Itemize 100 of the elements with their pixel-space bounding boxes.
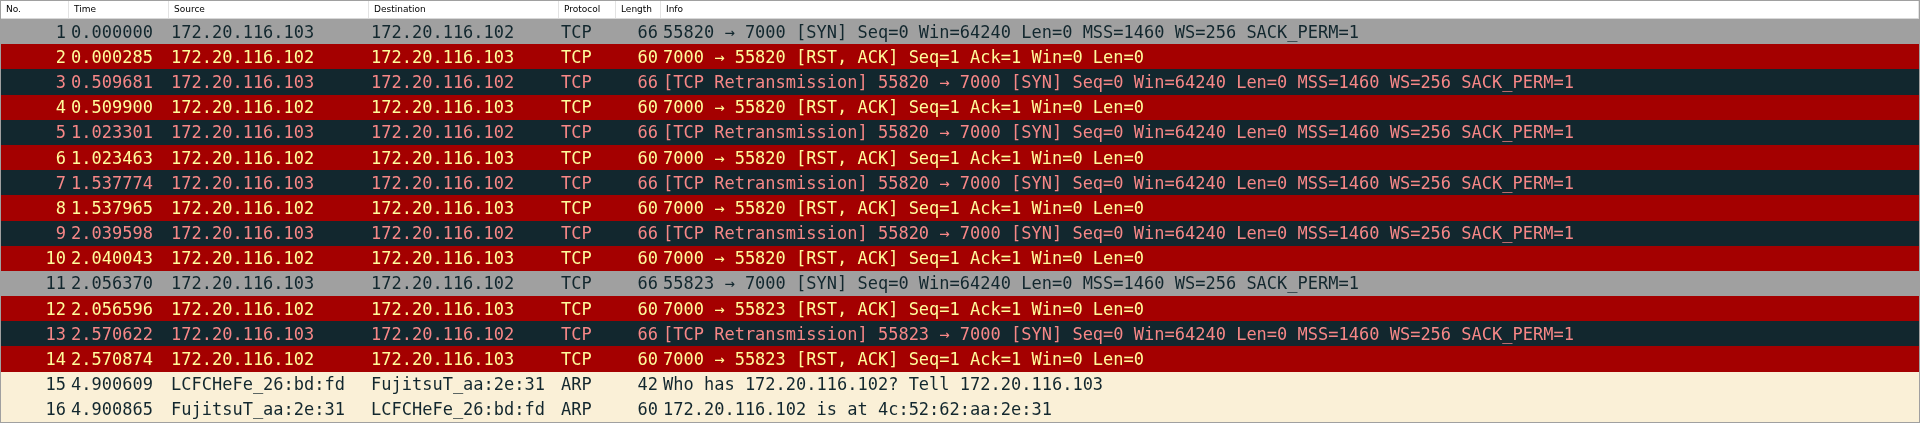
column-header[interactable]: Info	[661, 1, 1919, 18]
table-cell-text: FujitsuT_aa:2e:31	[170, 399, 346, 420]
table-cell-text: 42	[636, 374, 659, 395]
table-cell-text: 172.20.116.103	[370, 349, 516, 370]
table-cell-text: 60	[636, 349, 659, 370]
table-cell-text: 60	[636, 97, 659, 118]
table-cell-text: 172.20.116.103	[170, 323, 316, 344]
table-cell-text: 0.000000	[70, 21, 154, 42]
packet-row[interactable]: 16 4.900865 FujitsuT_aa:2e:31 LCFCHeFe_26:bd:fd ARP 60 172.20.116.102 is at 4c:52:62:aa:2e:31	[1, 396, 1919, 422]
table-cell-text: 0.509900	[70, 97, 154, 118]
packet-row[interactable]: 13 2.570622 172.20.116.103 172.20.116.102 TCP 66 [TCP Retransmission] 55823 → 7000 [SYN] Seq=0 Win=64240 Len=0 MSS=1460 WS=256 SACK_PERM=1	[1, 321, 1919, 347]
table-cell-text: 12	[44, 298, 67, 319]
table-cell-text: 60	[636, 248, 659, 269]
packet-row[interactable]: 1 0.000000 172.20.116.103 172.20.116.102 TCP 66 55820 → 7000 [SYN] Seq=0 Win=64240 Len=0 MSS=1460 WS=256 SACK_PERM=1	[1, 19, 1919, 45]
table-cell-text: TCP	[560, 349, 593, 370]
column-header[interactable]: Destination	[369, 1, 559, 18]
table-cell-text: 172.20.116.102	[370, 21, 516, 42]
table-cell-text: 6	[54, 147, 67, 168]
table-cell-text: TCP	[560, 21, 593, 42]
table-cell-text: 2.040043	[70, 248, 154, 269]
packet-row[interactable]: 6 1.023463 172.20.116.102 172.20.116.103 TCP 60 7000 → 55820 [RST, ACK] Seq=1 Ack=1 Win=0 Len=0	[1, 144, 1919, 171]
table-cell-text: 60	[636, 147, 659, 168]
table-cell-text: ARP	[560, 374, 593, 395]
column-header[interactable]: Time	[69, 1, 169, 18]
table-cell-text: 172.20.116.102	[370, 323, 516, 344]
table-cell-text: 172.20.116.102	[370, 122, 516, 143]
table-cell-text: LCFCHeFe_26:bd:fd	[370, 399, 546, 420]
packet-row[interactable]: 3 0.509681 172.20.116.103 172.20.116.102 TCP 66 [TCP Retransmission] 55820 → 7000 [SYN] Seq=0 Win=64240 Len=0 MSS=1460 WS=256 SACK_PERM=1	[1, 69, 1919, 95]
table-cell-text: 172.20.116.103	[370, 147, 516, 168]
table-cell-text: [TCP Retransmission] 55820 → 7000 [SYN] Seq=0 Win=64240 Len=0 MSS=1460 WS=256 SACK_PERM=1	[662, 122, 1575, 143]
table-cell-text: 2.056596	[70, 298, 154, 319]
table-cell-text: 10	[44, 248, 67, 269]
packet-row[interactable]: 14 2.570874 172.20.116.102 172.20.116.103 TCP 60 7000 → 55823 [RST, ACK] Seq=1 Ack=1 Win=0 Len=0	[1, 346, 1919, 372]
table-cell-text: 66	[636, 323, 659, 344]
table-cell-text: TCP	[560, 273, 593, 294]
table-cell-text: 0.000285	[70, 46, 154, 67]
table-cell-text: 66	[636, 71, 659, 92]
packet-row[interactable]: 5 1.023301 172.20.116.103 172.20.116.102 TCP 66 [TCP Retransmission] 55820 → 7000 [SYN] Seq=0 Win=64240 Len=0 MSS=1460 WS=256 SACK_PERM=1	[1, 119, 1919, 145]
table-cell-text: [TCP Retransmission] 55823 → 7000 [SYN] Seq=0 Win=64240 Len=0 MSS=1460 WS=256 SACK_PERM=1	[662, 323, 1575, 344]
packet-row[interactable]: 12 2.056596 172.20.116.102 172.20.116.103 TCP 60 7000 → 55823 [RST, ACK] Seq=1 Ack=1 Win=0 Len=0	[1, 296, 1919, 322]
table-cell-text: 1.537774	[70, 172, 154, 193]
table-cell-text: 7000 → 55820 [RST, ACK] Seq=1 Ack=1 Win=0 Len=0	[662, 197, 1146, 218]
table-cell-text: 172.20.116.102	[370, 273, 516, 294]
table-cell-text: 172.20.116.102	[170, 46, 316, 67]
table-cell-text: 172.20.116.103	[170, 21, 316, 42]
table-cell-text: 7000 → 55823 [RST, ACK] Seq=1 Ack=1 Win=0 Len=0	[662, 349, 1146, 370]
table-cell-text: TCP	[560, 172, 593, 193]
packet-row[interactable]: 15 4.900609 LCFCHeFe_26:bd:fd FujitsuT_aa:2e:31 ARP 42 Who has 172.20.116.102? Tell 172.20.116.103	[1, 371, 1919, 397]
packet-row[interactable]: 11 2.056370 172.20.116.103 172.20.116.102 TCP 66 55823 → 7000 [SYN] Seq=0 Win=64240 Len=0 MSS=1460 WS=256 SACK_PERM=1	[1, 270, 1919, 297]
table-cell-text: 172.20.116.102 is at 4c:52:62:aa:2e:31	[662, 399, 1053, 420]
table-cell-text: 60	[636, 197, 659, 218]
table-cell-text: 2.056370	[70, 273, 154, 294]
table-cell-text: 0.509681	[70, 71, 154, 92]
table-cell-text: 1.537965	[70, 197, 154, 218]
table-cell-text: 172.20.116.103	[370, 197, 516, 218]
table-cell-text: 66	[636, 21, 659, 42]
table-cell-text: LCFCHeFe_26:bd:fd	[170, 374, 346, 395]
table-cell-text: 172.20.116.103	[370, 298, 516, 319]
packet-row[interactable]: 8 1.537965 172.20.116.102 172.20.116.103 TCP 60 7000 → 55820 [RST, ACK] Seq=1 Ack=1 Win=0 Len=0	[1, 195, 1919, 221]
table-cell-text: 16	[44, 399, 67, 420]
table-cell-text: TCP	[560, 197, 593, 218]
packet-row[interactable]: 10 2.040043 172.20.116.102 172.20.116.103 TCP 60 7000 → 55820 [RST, ACK] Seq=1 Ack=1 Win=0 Len=0	[1, 245, 1919, 271]
packet-row[interactable]: 2 0.000285 172.20.116.102 172.20.116.103 TCP 60 7000 → 55820 [RST, ACK] Seq=1 Ack=1 Win=0 Len=0	[1, 44, 1919, 70]
table-cell-text: 66	[636, 172, 659, 193]
column-header[interactable]: Length	[616, 1, 661, 18]
table-cell-text: 2	[54, 46, 67, 67]
table-cell-text: 172.20.116.103	[170, 122, 316, 143]
table-cell-text: 172.20.116.102	[170, 248, 316, 269]
packet-row[interactable]: 7 1.537774 172.20.116.103 172.20.116.102 TCP 66 [TCP Retransmission] 55820 → 7000 [SYN] Seq=0 Win=64240 Len=0 MSS=1460 WS=256 SACK_PERM=1	[1, 170, 1919, 196]
table-cell-text: 7	[54, 172, 67, 193]
table-cell-text: TCP	[560, 97, 593, 118]
table-cell-text: 172.20.116.102	[170, 97, 316, 118]
table-cell-text: 3	[54, 71, 67, 92]
table-cell-text: 172.20.116.103	[170, 71, 316, 92]
table-cell-text: TCP	[560, 46, 593, 67]
table-cell-text: 172.20.116.102	[170, 197, 316, 218]
column-header[interactable]: Protocol	[559, 1, 616, 18]
table-cell-text: 1.023301	[70, 122, 154, 143]
table-cell-text: 1.023463	[70, 147, 154, 168]
table-cell-text: 60	[636, 46, 659, 67]
packet-row[interactable]: 9 2.039598 172.20.116.103 172.20.116.102 TCP 66 [TCP Retransmission] 55820 → 7000 [SYN] Seq=0 Win=64240 Len=0 MSS=1460 WS=256 SACK_PERM=1	[1, 220, 1919, 246]
table-cell-text: 7000 → 55820 [RST, ACK] Seq=1 Ack=1 Win=0 Len=0	[662, 46, 1146, 67]
table-cell-text: 172.20.116.103	[170, 273, 316, 294]
table-cell-text: TCP	[560, 122, 593, 143]
packet-row[interactable]: 4 0.509900 172.20.116.102 172.20.116.103 TCP 60 7000 → 55820 [RST, ACK] Seq=1 Ack=1 Win=0 Len=0	[1, 94, 1919, 120]
table-cell-text: 2.570622	[70, 323, 154, 344]
table-cell-text: 4.900609	[70, 374, 154, 395]
table-cell-text: TCP	[560, 248, 593, 269]
table-cell-text: 1	[54, 21, 67, 42]
table-cell-text: 14	[44, 349, 67, 370]
table-cell-text: TCP	[560, 71, 593, 92]
table-cell-text: 172.20.116.102	[370, 71, 516, 92]
column-header[interactable]: Source	[169, 1, 369, 18]
table-cell-text: 172.20.116.102	[370, 172, 516, 193]
table-cell-text: TCP	[560, 147, 593, 168]
table-cell-text: 55820 → 7000 [SYN] Seq=0 Win=64240 Len=0 MSS=1460 WS=256 SACK_PERM=1	[662, 21, 1360, 42]
table-cell-text: 9	[54, 223, 67, 244]
column-header[interactable]: No.	[1, 1, 69, 18]
table-cell-text: 4.900865	[70, 399, 154, 420]
table-cell-text: TCP	[560, 323, 593, 344]
